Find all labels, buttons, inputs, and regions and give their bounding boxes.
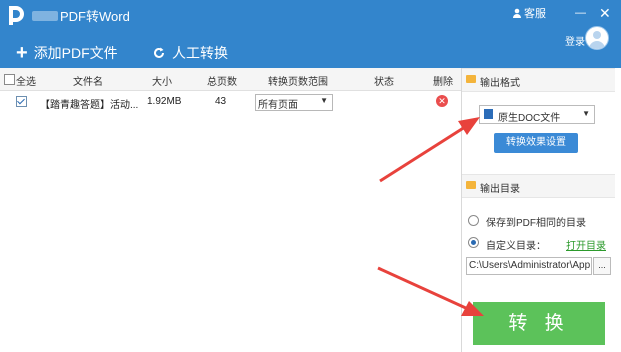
output-format-title: 输出格式: [480, 78, 520, 89]
custom-dir-radio[interactable]: [468, 237, 479, 248]
minimize-button[interactable]: —: [575, 4, 586, 22]
output-dir-header: 输出目录: [462, 174, 615, 198]
manual-convert-label: 人工转换: [172, 45, 228, 61]
add-pdf-button[interactable]: + 添加PDF文件: [16, 43, 118, 63]
row-checkbox[interactable]: [16, 96, 27, 107]
table-row[interactable]: 【踏青趣答题】活动... 1.92MB 43 所有页面 ▼ ✕: [0, 91, 461, 113]
close-button[interactable]: ✕: [599, 4, 611, 22]
conversion-settings-button[interactable]: 转换效果设置: [494, 133, 578, 153]
delete-icon[interactable]: ✕: [436, 95, 448, 107]
pdf-to-word-app: PDF转Word 客服 — ✕ + 添加PDF文件 人工转换 登录 全选 文件名…: [0, 0, 621, 352]
column-total-pages: 总页数: [207, 77, 237, 88]
column-delete: 删除: [433, 77, 453, 88]
avatar-user-icon: [589, 31, 605, 49]
output-format-value: 原生DOC文件: [498, 113, 561, 124]
user-icon: [513, 8, 521, 18]
page-range-select[interactable]: 所有页面 ▼: [255, 94, 333, 111]
output-format-select[interactable]: 原生DOC文件 ▼: [479, 105, 595, 124]
column-page-range: 转换页数范围: [268, 77, 328, 88]
row-file-name: 【踏青趣答题】活动...: [40, 100, 139, 111]
app-header: PDF转Word 客服 — ✕ + 添加PDF文件 人工转换 登录: [0, 0, 621, 68]
folder-icon: [466, 75, 476, 83]
same-dir-label: 保存到PDF相同的目录: [486, 218, 586, 229]
output-path-input[interactable]: C:\Users\Administrator\App: [466, 257, 592, 275]
manual-convert-button[interactable]: 人工转换: [152, 43, 228, 63]
same-dir-radio[interactable]: [468, 215, 479, 226]
avatar[interactable]: [585, 26, 609, 50]
customer-service-button[interactable]: 客服: [512, 4, 546, 22]
browse-button[interactable]: ...: [593, 257, 611, 275]
table-header: 全选 文件名 大小 总页数 转换页数范围 状态 删除: [0, 68, 461, 91]
select-all-checkbox[interactable]: [4, 74, 15, 85]
plus-icon: +: [16, 42, 28, 64]
doc-file-icon: [484, 109, 493, 119]
page-range-value: 所有页面: [258, 100, 298, 111]
window-title: PDF转Word: [60, 9, 130, 24]
row-pages: 43: [215, 96, 227, 107]
row-size: 1.92MB: [147, 96, 182, 107]
app-logo-icon: [9, 6, 24, 25]
column-file-name: 文件名: [73, 77, 103, 88]
customer-service-label: 客服: [524, 8, 546, 20]
column-size: 大小: [152, 77, 172, 88]
chevron-down-icon: ▼: [320, 96, 328, 105]
blurred-brand-name: [32, 11, 58, 21]
select-all-label: 全选: [16, 77, 36, 88]
login-link[interactable]: 登录: [565, 33, 585, 48]
output-format-header: 输出格式: [462, 68, 615, 92]
convert-button[interactable]: 转 换: [473, 302, 605, 345]
settings-panel: 输出格式 原生DOC文件 ▼ 转换效果设置 输出目录 保存到PDF相同的目录 自…: [462, 68, 615, 352]
refresh-icon: [154, 47, 164, 58]
open-directory-link[interactable]: 打开目录: [566, 237, 606, 252]
folder-icon: [466, 181, 476, 189]
chevron-down-icon: ▼: [582, 109, 590, 118]
output-dir-title: 输出目录: [480, 184, 520, 195]
custom-dir-label: 自定义目录：: [486, 241, 546, 252]
file-table: 全选 文件名 大小 总页数 转换页数范围 状态 删除 【踏青趣答题】活动... …: [0, 68, 462, 352]
add-pdf-label: 添加PDF文件: [33, 45, 118, 61]
column-status: 状态: [374, 77, 394, 88]
